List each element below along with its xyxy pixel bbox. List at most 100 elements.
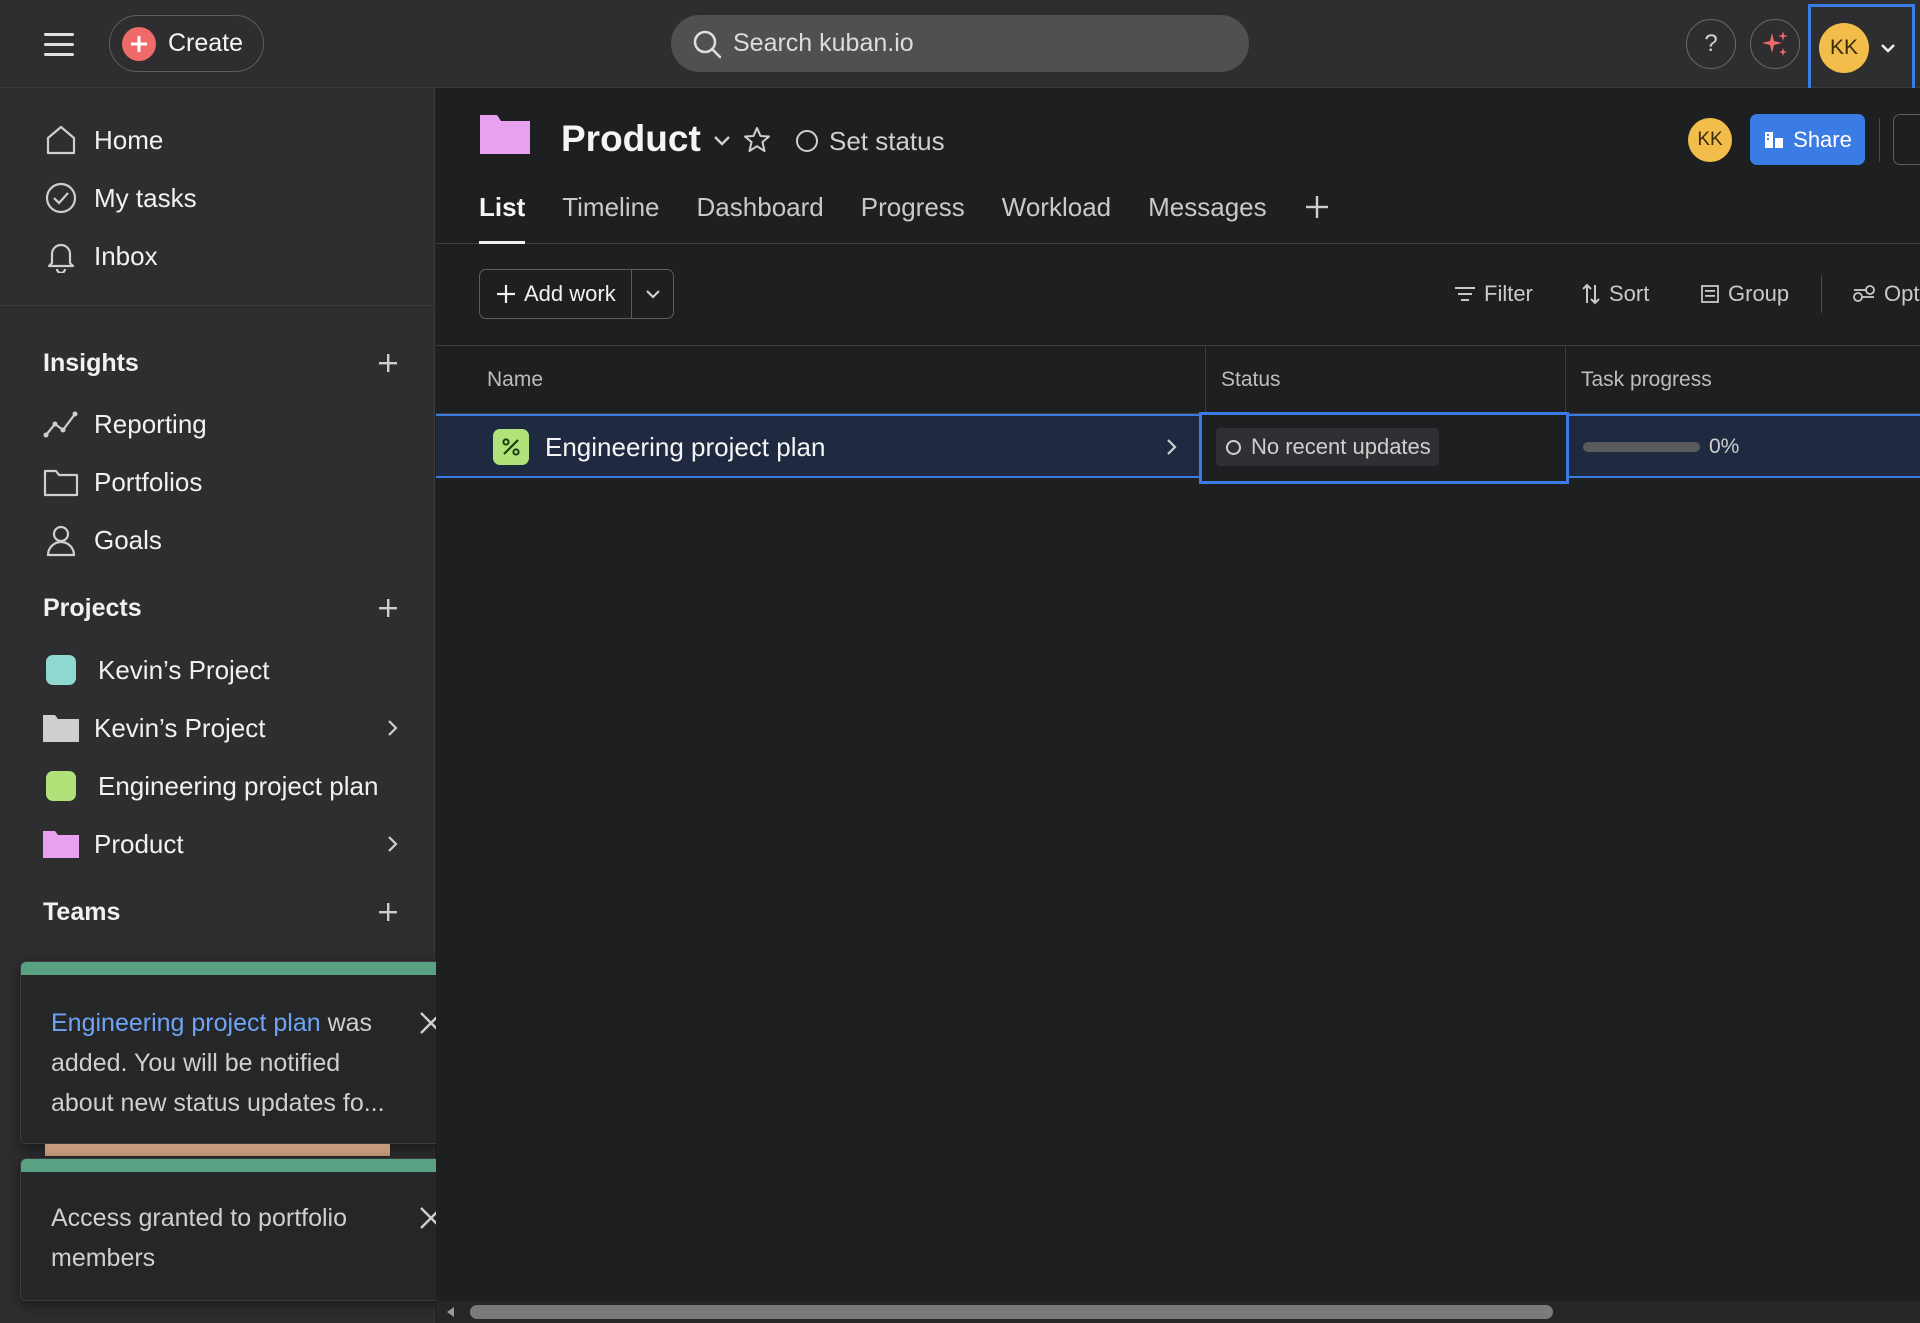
sidebar-item-my-tasks[interactable]: My tasks bbox=[42, 174, 197, 222]
sidebar-project-kevins-project[interactable]: Kevin’s Project bbox=[42, 646, 402, 694]
chart-line-icon bbox=[42, 405, 80, 443]
add-project-icon[interactable] bbox=[373, 593, 403, 623]
table-row[interactable]: Engineering project plan No recent updat… bbox=[436, 412, 1920, 484]
row-name[interactable]: Engineering project plan bbox=[545, 432, 825, 463]
search-placeholder: Search kuban.io bbox=[733, 29, 914, 57]
group-label: Group bbox=[1728, 281, 1790, 306]
column-header-task-progress[interactable]: Task progress bbox=[1581, 346, 1712, 414]
sparkle-icon bbox=[1762, 31, 1788, 56]
add-tab-icon[interactable] bbox=[1304, 194, 1334, 224]
scroll-left-icon[interactable] bbox=[444, 1305, 458, 1319]
folder-icon bbox=[42, 463, 80, 501]
horizontal-scrollbar[interactable] bbox=[436, 1301, 1920, 1323]
chevron-right-icon[interactable] bbox=[1160, 436, 1182, 458]
scrollbar-thumb[interactable] bbox=[470, 1305, 1553, 1319]
tab-list[interactable]: List bbox=[479, 192, 526, 244]
sidebar-project-engineering-project-plan[interactable]: Engineering project plan bbox=[42, 762, 402, 810]
sidebar-item-label: Goals bbox=[94, 524, 162, 555]
add-work-button[interactable]: Add work bbox=[480, 270, 632, 318]
status-badge[interactable]: No recent updates bbox=[1216, 428, 1439, 466]
header-divider bbox=[1879, 118, 1880, 162]
toast-project-link[interactable]: Engineering project plan bbox=[51, 1009, 321, 1037]
sort-icon bbox=[1582, 283, 1600, 305]
chevron-down-icon[interactable] bbox=[709, 130, 735, 152]
sidebar-item-inbox[interactable]: Inbox bbox=[42, 232, 158, 280]
sidebar-item-label: Portfolios bbox=[94, 466, 203, 497]
project-label: Kevin’s Project bbox=[98, 654, 270, 685]
column-divider[interactable] bbox=[1565, 346, 1566, 414]
sort-button[interactable]: Sort bbox=[1581, 281, 1649, 307]
star-icon[interactable] bbox=[742, 125, 772, 155]
set-status-label: Set status bbox=[829, 125, 945, 156]
page-title: Product bbox=[561, 118, 701, 159]
menu-icon[interactable] bbox=[42, 28, 80, 60]
person-icon bbox=[42, 521, 80, 559]
options-button[interactable]: Opt bbox=[1852, 281, 1919, 307]
insights-title: Insights bbox=[43, 348, 139, 377]
chevron-right-icon[interactable] bbox=[382, 834, 402, 854]
add-work-dropdown[interactable] bbox=[632, 270, 673, 318]
filter-icon bbox=[1455, 287, 1475, 301]
sidebar-item-portfolios[interactable]: Portfolios bbox=[42, 458, 202, 506]
toast-stack-peek bbox=[45, 1144, 390, 1156]
filter-button[interactable]: Filter bbox=[1454, 281, 1533, 307]
status-cell[interactable]: No recent updates bbox=[1199, 412, 1569, 484]
group-button[interactable]: Group bbox=[1700, 281, 1789, 307]
list-toolbar: Add work Filter Sort Group Opt bbox=[436, 245, 1920, 345]
profile-menu-button[interactable]: KK bbox=[1808, 4, 1915, 92]
teams-title: Teams bbox=[43, 897, 121, 926]
tab-dashboard[interactable]: Dashboard bbox=[697, 192, 824, 244]
column-divider[interactable] bbox=[1205, 346, 1206, 414]
sidebar-item-home[interactable]: Home bbox=[42, 116, 163, 164]
tab-messages[interactable]: Messages bbox=[1148, 192, 1267, 244]
toast-access-granted: Access granted to portfolio members bbox=[20, 1158, 486, 1301]
project-color-swatch bbox=[46, 771, 76, 801]
set-status-button[interactable]: Set status bbox=[796, 124, 945, 158]
add-work-label: Add work bbox=[524, 281, 616, 306]
progress-bar bbox=[1583, 442, 1700, 452]
status-circle-icon bbox=[796, 130, 818, 152]
share-label: Share bbox=[1793, 126, 1852, 152]
customize-button[interactable] bbox=[1893, 114, 1920, 165]
avatar: KK bbox=[1819, 23, 1869, 73]
status-text: No recent updates bbox=[1251, 434, 1431, 459]
share-button[interactable]: Share bbox=[1750, 114, 1865, 165]
add-insight-icon[interactable] bbox=[373, 348, 403, 378]
plus-icon bbox=[122, 26, 156, 61]
sidebar-divider bbox=[0, 305, 435, 306]
tab-workload[interactable]: Workload bbox=[1002, 192, 1111, 244]
main-content: Product Set status KK Share List Timelin… bbox=[436, 88, 1920, 1323]
filter-label: Filter bbox=[1484, 281, 1533, 306]
chevron-right-icon[interactable] bbox=[382, 718, 402, 738]
create-label: Create bbox=[168, 29, 244, 57]
add-team-icon[interactable] bbox=[373, 897, 403, 927]
group-icon bbox=[1701, 285, 1719, 303]
member-avatar[interactable]: KK bbox=[1688, 118, 1732, 162]
help-button[interactable]: ? bbox=[1686, 19, 1736, 69]
chevron-down-icon bbox=[1879, 42, 1897, 54]
sidebar-item-reporting[interactable]: Reporting bbox=[42, 400, 207, 448]
search-input[interactable]: Search kuban.io bbox=[671, 15, 1249, 72]
tab-progress[interactable]: Progress bbox=[861, 192, 965, 244]
sort-label: Sort bbox=[1609, 281, 1650, 306]
ai-sparkle-button[interactable] bbox=[1750, 19, 1800, 69]
progress-text: 0% bbox=[1709, 435, 1740, 458]
column-header-name[interactable]: Name bbox=[487, 346, 543, 414]
project-color-swatch bbox=[46, 655, 76, 685]
sidebar-item-label: Inbox bbox=[94, 240, 158, 271]
toast-text: Access granted to portfolio members bbox=[51, 1204, 347, 1272]
column-header-status[interactable]: Status bbox=[1221, 346, 1281, 414]
create-button[interactable]: Create bbox=[109, 15, 264, 72]
toolbar-divider bbox=[1821, 275, 1822, 313]
top-bar: Create Search kuban.io ? KK bbox=[0, 0, 1920, 92]
projects-section-header: Projects bbox=[43, 588, 403, 628]
sidebar-project-product[interactable]: Product bbox=[42, 820, 402, 868]
view-tabs: List Timeline Dashboard Progress Workloa… bbox=[479, 192, 1334, 244]
task-table: Name Status Task progress Engineering pr… bbox=[436, 345, 1920, 484]
sidebar-item-goals[interactable]: Goals bbox=[42, 516, 162, 564]
home-icon bbox=[42, 121, 80, 159]
project-label: Kevin’s Project bbox=[94, 712, 266, 743]
sidebar-project-kevins-portfolio[interactable]: Kevin’s Project bbox=[42, 704, 402, 752]
tab-timeline[interactable]: Timeline bbox=[562, 192, 659, 244]
project-header: Product Set status KK Share List Timelin… bbox=[436, 88, 1920, 244]
